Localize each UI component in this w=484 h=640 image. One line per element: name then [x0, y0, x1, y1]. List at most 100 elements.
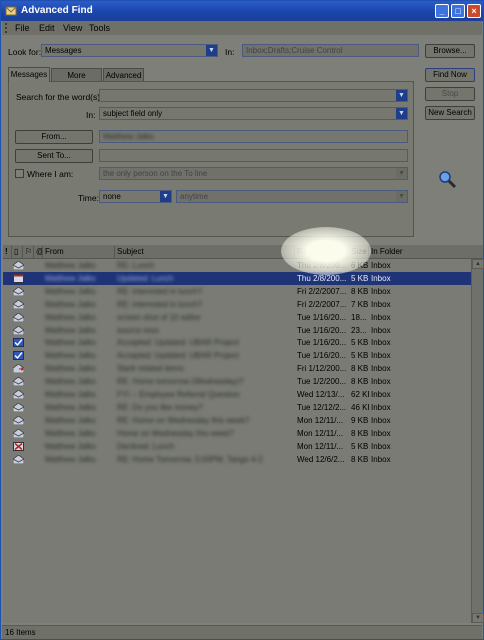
- from-field[interactable]: Matthew Jalks: [99, 130, 408, 143]
- row-folder: Inbox: [371, 415, 391, 425]
- messages-tab-panel: Search for the word(s): ▼ In: subject fi…: [8, 81, 414, 237]
- chevron-down-icon[interactable]: ▼: [206, 45, 217, 56]
- table-row[interactable]: Matthew Jalks screen shot of 10 editor Tue…: [3, 311, 471, 324]
- row-from: Matthew Jalks: [45, 261, 96, 270]
- sent-to-field[interactable]: [99, 149, 408, 162]
- look-for-select[interactable]: Messages ▼: [41, 44, 218, 57]
- close-button[interactable]: ×: [467, 4, 481, 18]
- table-row[interactable]: Matthew Jalks Accepted: Updated: UBAR Pro…: [3, 336, 471, 349]
- table-row[interactable]: Matthew Jalks RE: Home Tomorrow, 5:00PM, …: [3, 453, 471, 466]
- from-button[interactable]: From...: [15, 130, 93, 144]
- table-row[interactable]: Matthew Jalks FYI -- Employee Referral Qu…: [3, 388, 471, 401]
- column-from[interactable]: From: [43, 246, 115, 258]
- row-from: Matthew Jalks: [45, 454, 96, 464]
- row-from: Matthew Jalks: [45, 390, 96, 399]
- where-i-am-checkbox[interactable]: [15, 169, 24, 178]
- chevron-down-icon[interactable]: ▼: [160, 191, 171, 202]
- minimize-button[interactable]: _: [435, 4, 449, 18]
- table-row[interactable]: Matthew Jalks Declined: Lunch Mon 12/11/..…: [3, 440, 471, 453]
- tab-messages[interactable]: Messages: [8, 67, 50, 82]
- row-from: Matthew Jalks: [45, 351, 96, 361]
- column-in-folder[interactable]: In Folder: [369, 246, 471, 258]
- search-words-combobox[interactable]: ▼: [99, 89, 408, 102]
- row-from: Matthew Jalks: [45, 428, 96, 438]
- time-range-select[interactable]: anytime ▼: [176, 190, 408, 203]
- row-subject: RE: Do you like money?: [117, 402, 203, 412]
- row-size: 8 KB: [351, 454, 369, 464]
- column-header: ! ▯ ⚐ @ From Subject Received ▽ Size In F…: [3, 245, 483, 259]
- chevron-down-icon[interactable]: ▼: [396, 168, 407, 179]
- table-row[interactable]: Matthew Jalks RE: interested in lunch? Fri…: [3, 285, 471, 298]
- row-folder: Inbox: [371, 273, 391, 283]
- attachment-column-icon[interactable]: @: [34, 246, 43, 258]
- row-subject: RE: Home tomorrow (Wednesday)?: [117, 377, 244, 387]
- scroll-up-icon[interactable]: ▲: [472, 259, 484, 269]
- toolbar-grip-icon[interactable]: [5, 23, 8, 33]
- vertical-scrollbar[interactable]: ▲ ▼: [471, 259, 484, 623]
- column-received[interactable]: Received ▽: [295, 246, 349, 258]
- table-row[interactable]: Matthew Jalks RE: Home tomorrow (Wednesda…: [3, 375, 471, 388]
- magnifier-search-icon: [439, 171, 457, 189]
- chevron-down-icon[interactable]: ▼: [396, 90, 407, 101]
- in-field-label: In:: [86, 110, 96, 120]
- row-folder: Inbox: [371, 286, 391, 296]
- table-row[interactable]: Matthew Jalks Stark related items Fri 1/12…: [3, 362, 471, 375]
- row-from: Matthew Jalks: [45, 273, 96, 283]
- column-received-label: Received: [297, 247, 331, 256]
- row-subject: RE: interested in lunch?: [117, 299, 202, 309]
- row-size: 23...: [351, 325, 367, 335]
- scroll-down-icon[interactable]: ▼: [472, 613, 484, 623]
- row-folder: Inbox: [371, 402, 391, 412]
- table-row[interactable]: Matthew Jalks Home on Wednesday this week…: [3, 427, 471, 440]
- where-i-am-select[interactable]: the only person on the To line ▼: [99, 167, 408, 180]
- table-row[interactable]: Matthew Jalks RE: Lunch Thu 2/8/200... 6 KB…: [3, 259, 471, 272]
- row-received: Tue 1/16/20...: [297, 325, 347, 335]
- browse-button[interactable]: Browse...: [425, 44, 475, 58]
- in-field-select[interactable]: subject field only ▼: [99, 107, 408, 120]
- sent-to-button[interactable]: Sent To...: [15, 149, 93, 163]
- row-folder: Inbox: [371, 377, 391, 387]
- menu-edit[interactable]: Edit: [39, 23, 55, 33]
- row-received: Mon 12/11/...: [297, 441, 344, 451]
- menu-tools[interactable]: Tools: [89, 23, 110, 33]
- table-row[interactable]: Matthew Jalks Updated: Lunch Thu 2/8/200..…: [3, 271, 471, 285]
- row-subject: FYI -- Employee Referral Question: [117, 390, 240, 399]
- stop-button[interactable]: Stop: [425, 87, 475, 101]
- row-received: Thu 2/8/200...: [297, 273, 347, 283]
- new-search-button[interactable]: New Search: [425, 106, 475, 120]
- table-row[interactable]: Matthew Jalks RE: Home on Wednesday this …: [3, 414, 471, 427]
- flag-column-icon[interactable]: ⚐: [23, 246, 34, 258]
- importance-column-icon[interactable]: !: [3, 246, 12, 258]
- row-folder: Inbox: [371, 428, 391, 438]
- row-from: Matthew Jalks: [45, 325, 96, 335]
- look-for-label: Look for:: [8, 47, 42, 57]
- row-from: Matthew Jalks: [45, 377, 96, 387]
- menu-view[interactable]: View: [63, 23, 82, 33]
- document-column-icon[interactable]: ▯: [12, 246, 23, 258]
- row-size: 18...: [351, 312, 367, 322]
- time-select[interactable]: none ▼: [99, 190, 172, 203]
- advanced-find-window: Advanced Find _ □ × File Edit View Tools…: [0, 0, 484, 640]
- table-row[interactable]: Matthew Jalks source reso Tue 1/16/20... 23…: [3, 324, 471, 337]
- menu-file[interactable]: File: [15, 23, 30, 33]
- chevron-down-icon[interactable]: ▼: [396, 108, 407, 119]
- chevron-down-icon[interactable]: ▼: [396, 191, 407, 202]
- row-received: Wed 12/13/...: [297, 390, 345, 399]
- find-now-button[interactable]: Find Now: [425, 68, 475, 82]
- row-from: Matthew Jalks: [45, 402, 96, 412]
- row-folder: Inbox: [371, 261, 391, 270]
- table-row[interactable]: Matthew Jalks Accepted: Updated: UBAR Pro…: [3, 349, 471, 362]
- row-subject: screen shot of 10 editor: [117, 312, 201, 322]
- tab-advanced[interactable]: Advanced: [103, 68, 144, 82]
- time-label: Time:: [78, 193, 99, 203]
- time-range-value: anytime: [180, 192, 209, 201]
- table-row[interactable]: Matthew Jalks RE: interested in lunch? Fri…: [3, 298, 471, 311]
- table-row[interactable]: Matthew Jalks RE: Do you like money? Tue 1…: [3, 401, 471, 414]
- item-count: 16 Items: [5, 628, 36, 637]
- column-size[interactable]: Size: [349, 246, 369, 258]
- row-from: Matthew Jalks: [45, 286, 96, 296]
- tab-more-choices[interactable]: More Choices: [51, 68, 102, 93]
- title-bar[interactable]: Advanced Find _ □ ×: [1, 1, 483, 21]
- column-subject[interactable]: Subject: [115, 246, 295, 258]
- maximize-button[interactable]: □: [451, 4, 465, 18]
